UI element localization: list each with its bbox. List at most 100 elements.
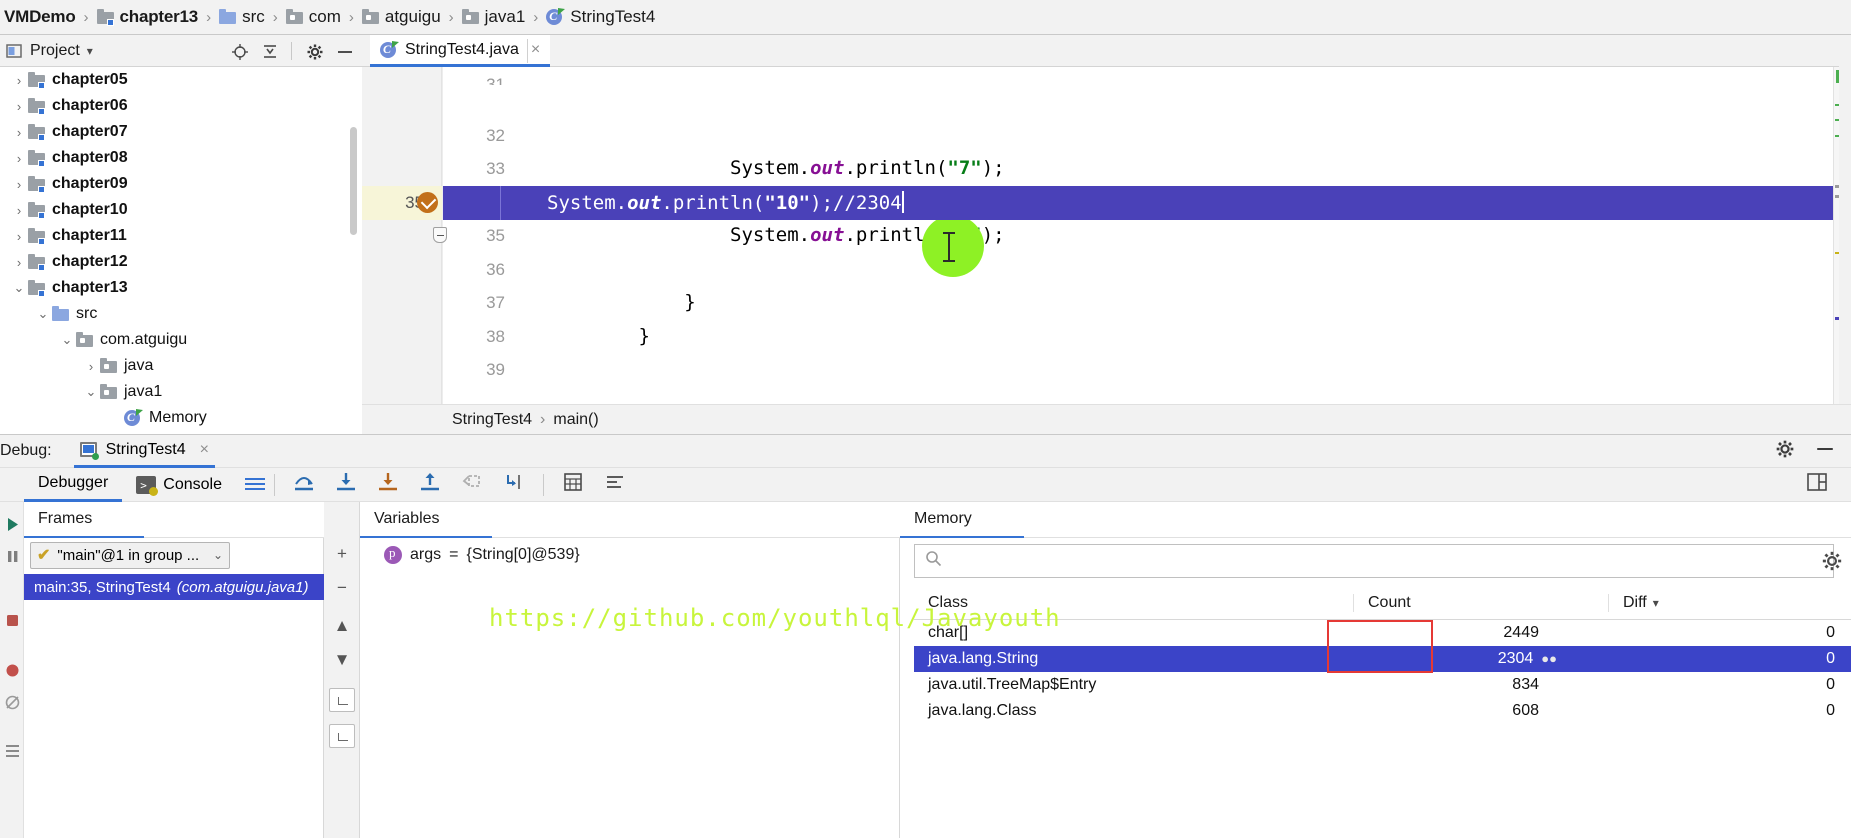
editor-code-area[interactable]: 31 System.out.println("6"); 32 System.ou…	[443, 67, 1851, 404]
editor-gutter[interactable]	[362, 67, 442, 404]
mute-breakpoints-rail-icon[interactable]	[4, 694, 21, 711]
table-row[interactable]: java.lang.Class 608 0	[914, 698, 1851, 724]
hide-window-icon[interactable]	[336, 43, 352, 59]
code-line[interactable]: 31 System.out.println("6");	[443, 67, 1851, 85]
table-row[interactable]: java.util.TreeMap$Entry 834 0	[914, 672, 1851, 698]
code-line[interactable]: 33 System.out.println("8");	[443, 119, 1851, 213]
remove-watch-icon[interactable]: −	[332, 578, 352, 598]
collapse-all-icon[interactable]	[261, 43, 277, 59]
debug-session-tab[interactable]: StringTest4 ×	[73, 435, 215, 468]
tree-item-chapter07[interactable]: › chapter07	[0, 119, 362, 145]
locate-icon[interactable]	[231, 43, 248, 60]
run-to-cursor-icon[interactable]	[502, 471, 526, 498]
tree-item-memory[interactable]: Memory	[0, 405, 362, 431]
breakpoint-hit-icon[interactable]	[417, 192, 438, 213]
variable-row-args[interactable]: args = {String[0]@539}	[360, 545, 580, 564]
tree-item-chapter12[interactable]: › chapter12	[0, 249, 362, 275]
chevron-down-icon[interactable]: ▾	[1653, 596, 1659, 610]
navbar-class[interactable]: StringTest4	[452, 411, 532, 429]
view-breakpoints-icon[interactable]	[4, 662, 21, 679]
breadcrumb-item-src[interactable]: src	[215, 7, 269, 27]
column-header-count[interactable]: Count	[1354, 593, 1609, 612]
code-line[interactable]: 34 System.out.println("9");	[443, 152, 1851, 247]
stop-icon[interactable]	[4, 612, 21, 629]
breadcrumb-item-vmdemo[interactable]: VMDemo	[0, 7, 80, 27]
code-line[interactable]: 39	[443, 320, 1851, 379]
breadcrumb-item-java1[interactable]: java1	[458, 7, 530, 27]
move-up-icon[interactable]: ▲	[332, 616, 352, 636]
tree-item-com-atguigu[interactable]: ⌄ com.atguigu	[0, 327, 362, 353]
breadcrumb-item-atguigu[interactable]: atguigu	[358, 7, 445, 27]
mute-breakpoints-icon[interactable]	[603, 471, 627, 498]
chevron-right-icon[interactable]: ›	[10, 177, 28, 192]
copy-value-icon[interactable]	[329, 688, 355, 712]
chevron-right-icon[interactable]: ›	[10, 203, 28, 218]
memory-search-input[interactable]	[950, 552, 1790, 570]
project-tree[interactable]: › chapter05 › chapter06 › chapter07 › ch…	[0, 67, 362, 434]
tree-item-java[interactable]: › java	[0, 353, 362, 379]
move-down-icon[interactable]: ▼	[332, 650, 352, 670]
chevron-right-icon[interactable]: ›	[10, 73, 28, 88]
memory-table[interactable]: Class Count Diff ▾ char[] 2449 0 java.la…	[914, 586, 1851, 724]
evaluate-expression-icon[interactable]	[561, 471, 585, 498]
chevron-right-icon[interactable]: ›	[82, 359, 100, 374]
variables-title[interactable]: Variables	[360, 502, 492, 538]
chevron-down-icon[interactable]: ⌄	[58, 332, 76, 348]
tree-item-java1[interactable]: ⌄ java1	[0, 379, 362, 405]
frames-stack-list[interactable]: main:35, StringTest4 (com.atguigu.java1)	[24, 574, 324, 600]
chevron-down-icon[interactable]: ⌄	[10, 280, 28, 296]
chevron-right-icon[interactable]: ›	[10, 229, 28, 244]
settings-rail-icon[interactable]	[4, 742, 21, 759]
chevron-right-icon[interactable]: ›	[10, 125, 28, 140]
code-line[interactable]: 32 System.out.println("7");	[443, 85, 1851, 180]
project-title[interactable]: Project	[30, 42, 80, 60]
tree-item-chapter11[interactable]: › chapter11	[0, 223, 362, 249]
tree-item-chapter10[interactable]: › chapter10	[0, 197, 362, 223]
close-icon[interactable]: ×	[200, 441, 209, 459]
table-row[interactable]: java.lang.String 2304 ●● 0	[914, 646, 1851, 672]
chevron-down-icon[interactable]: ⌄	[213, 548, 223, 562]
editor-tab-stringtest4[interactable]: StringTest4.java ×	[370, 35, 551, 67]
breadcrumb-item-com[interactable]: com	[282, 7, 345, 27]
tree-item-chapter06[interactable]: › chapter06	[0, 93, 362, 119]
step-into-icon[interactable]	[334, 471, 358, 498]
tree-item-chapter09[interactable]: › chapter09	[0, 171, 362, 197]
column-header-class[interactable]: Class	[914, 593, 1354, 612]
table-row[interactable]: char[] 2449 0	[914, 620, 1851, 646]
tab-console[interactable]: > Console	[122, 468, 236, 502]
pause-icon[interactable]	[4, 548, 21, 565]
code-line[interactable]: 37 }	[443, 253, 1851, 347]
add-watch-icon[interactable]: +	[332, 544, 352, 564]
column-header-diff[interactable]: Diff ▾	[1609, 594, 1851, 612]
layout-settings-icon[interactable]	[244, 477, 266, 493]
resume-program-icon[interactable]	[4, 516, 21, 533]
memory-search-field[interactable]	[914, 544, 1834, 578]
thread-selector[interactable]: ✔ "main"@1 in group ... ⌄	[30, 541, 230, 569]
chevron-down-icon[interactable]: ⌄	[82, 384, 100, 400]
chevron-right-icon[interactable]: ›	[10, 255, 28, 270]
fold-collapse-icon[interactable]	[433, 227, 447, 243]
drop-frame-icon[interactable]	[460, 471, 484, 498]
hide-window-icon[interactable]	[1815, 439, 1835, 464]
tab-debugger[interactable]: Debugger	[24, 468, 123, 502]
memory-title[interactable]: Memory	[900, 502, 1024, 538]
force-step-into-icon[interactable]	[376, 471, 400, 498]
breadcrumb-item-stringtest4[interactable]: StringTest4	[542, 7, 659, 27]
navbar-method[interactable]: main()	[553, 411, 598, 429]
tree-item-chapter05[interactable]: › chapter05	[0, 67, 362, 93]
code-line[interactable]: 36 }	[443, 219, 1851, 314]
tree-item-src[interactable]: ⌄ src	[0, 301, 362, 327]
frames-title[interactable]: Frames	[24, 502, 144, 538]
step-over-icon[interactable]	[292, 471, 316, 498]
settings-gear-icon[interactable]	[1775, 439, 1795, 464]
frame-row[interactable]: main:35, StringTest4 (com.atguigu.java1)	[24, 574, 324, 600]
restore-layout-icon[interactable]	[1805, 471, 1829, 498]
breadcrumb-item-chapter13[interactable]: chapter13	[93, 7, 203, 27]
settings-gear-icon[interactable]	[306, 43, 323, 59]
project-tree-scrollbar[interactable]	[350, 127, 357, 235]
chevron-right-icon[interactable]: ›	[10, 151, 28, 166]
code-editor[interactable]: 31 System.out.println("6"); 32 System.ou…	[362, 67, 1851, 404]
chevron-right-icon[interactable]: ›	[10, 99, 28, 114]
track-instances-icon[interactable]: ●●	[1541, 651, 1557, 666]
memory-settings-gear-icon[interactable]	[1821, 550, 1843, 572]
